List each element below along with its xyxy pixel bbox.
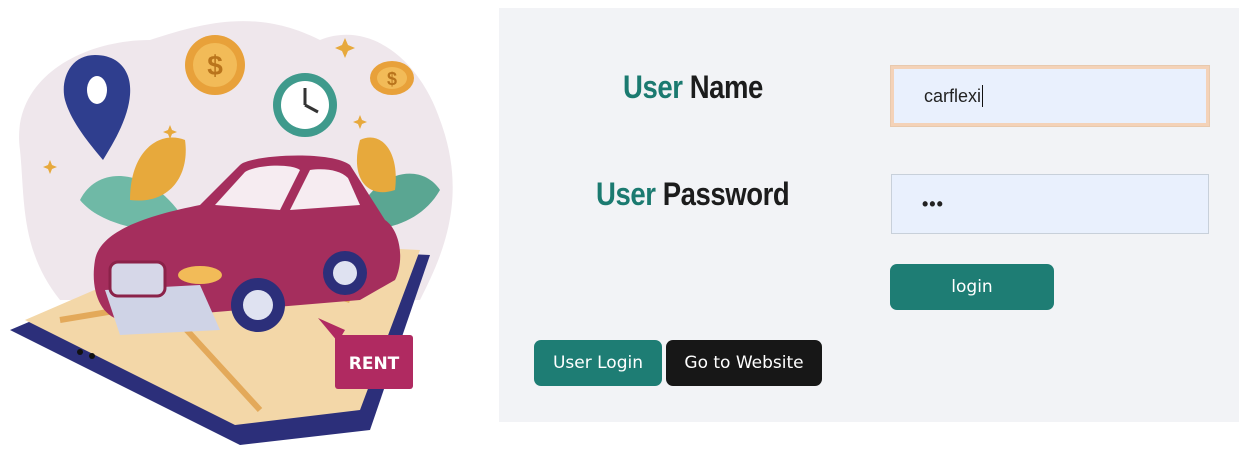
password-label: User Password bbox=[596, 176, 790, 213]
user-login-button[interactable]: User Login bbox=[534, 340, 662, 386]
car-rental-illustration: $ $ RENT bbox=[10, 21, 453, 445]
username-input-value: carflexi bbox=[924, 85, 982, 106]
password-label-accent: User bbox=[596, 176, 656, 212]
username-input[interactable]: carflexi bbox=[891, 66, 1209, 126]
password-label-rest: Password bbox=[662, 176, 790, 212]
svg-text:$: $ bbox=[387, 69, 397, 89]
rent-badge-text: RENT bbox=[349, 354, 400, 374]
username-label: User Name bbox=[623, 69, 763, 106]
svg-text:$: $ bbox=[207, 50, 223, 81]
go-to-website-button[interactable]: Go to Website bbox=[666, 340, 822, 386]
username-label-accent: User bbox=[623, 69, 683, 105]
text-caret bbox=[982, 85, 984, 107]
password-input[interactable]: ••• bbox=[891, 174, 1209, 234]
username-label-rest: Name bbox=[689, 69, 764, 105]
login-panel: User Name carflexi User Password ••• log… bbox=[499, 8, 1239, 422]
dollar-coin-icon: $ bbox=[185, 35, 245, 95]
password-input-value: ••• bbox=[922, 193, 944, 214]
clock-icon bbox=[273, 73, 337, 137]
login-button[interactable]: login bbox=[890, 264, 1054, 310]
dollar-coin-icon: $ bbox=[370, 61, 414, 95]
